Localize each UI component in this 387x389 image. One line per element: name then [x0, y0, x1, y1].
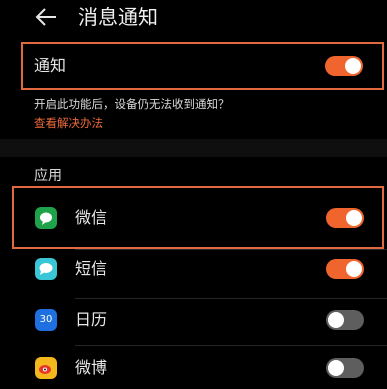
wechat-toggle[interactable]: [326, 208, 364, 228]
notification-row[interactable]: 通知: [22, 43, 383, 89]
notification-toggle[interactable]: [325, 56, 363, 76]
app-label-wechat: 微信: [75, 208, 108, 227]
toggle-knob: [346, 210, 362, 226]
app-row-calendar[interactable]: 30 日历: [0, 299, 387, 339]
weibo-toggle[interactable]: [326, 358, 364, 378]
back-button[interactable]: [34, 4, 60, 30]
sms-icon: [35, 258, 57, 280]
toggle-knob: [345, 58, 361, 74]
arrow-left-icon: [35, 8, 56, 26]
wechat-icon: [35, 207, 57, 229]
notification-label: 通知: [34, 56, 67, 75]
page-title: 消息通知: [78, 5, 158, 29]
toggle-knob: [346, 261, 362, 277]
section-divider: [0, 139, 387, 157]
app-header: 消息通知: [0, 0, 387, 36]
weibo-eye-icon: [39, 365, 51, 374]
calendar-icon: 30: [35, 309, 57, 331]
app-row-wechat[interactable]: 微信: [14, 188, 382, 247]
chat-bubble-icon: [40, 212, 52, 225]
toggle-knob: [328, 360, 344, 376]
sms-toggle[interactable]: [326, 259, 364, 279]
toggle-knob: [328, 312, 344, 328]
calendar-day-badge: 30: [39, 314, 53, 325]
app-row-sms[interactable]: 短信: [0, 250, 387, 288]
hint-text: 开启此功能后，设备仍无法收到通知？: [34, 97, 230, 111]
app-row-weibo[interactable]: 微博: [0, 346, 387, 389]
section-title: 应用: [34, 168, 62, 184]
app-label-sms: 短信: [75, 259, 108, 278]
message-icon: [39, 263, 53, 275]
app-label-calendar: 日历: [75, 310, 108, 329]
weibo-icon: [35, 357, 57, 379]
app-label-weibo: 微博: [75, 358, 108, 377]
calendar-toggle[interactable]: [326, 310, 364, 330]
solution-link[interactable]: 查看解决办法: [34, 115, 103, 131]
